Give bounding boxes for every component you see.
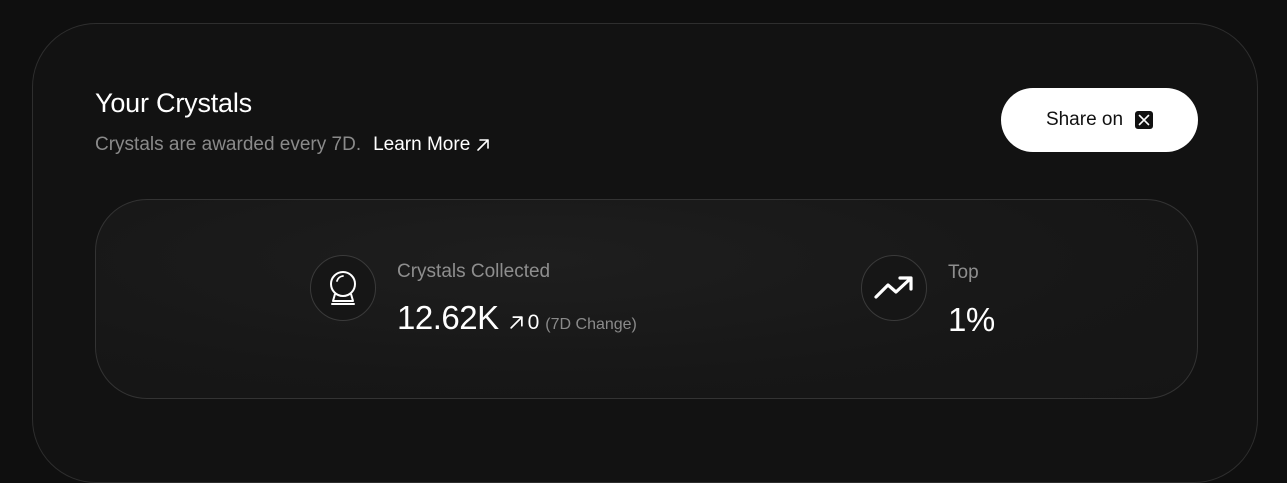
share-button-label: Share on <box>1045 109 1124 130</box>
subtitle-row: Crystals are awarded every 7D. Learn Mor… <box>95 134 490 156</box>
top-rank-label: Top <box>948 262 979 283</box>
learn-more-link[interactable]: Learn More <box>373 134 490 156</box>
x-logo-icon <box>1135 111 1154 129</box>
crystals-collected-value-row: 12.62K 0 (7D Change) <box>397 299 637 337</box>
crystals-change-note: (7D Change) <box>545 316 637 333</box>
learn-more-label: Learn More <box>373 134 471 155</box>
arrow-up-right-icon <box>477 139 490 151</box>
crystal-ball-icon <box>310 255 376 321</box>
crystals-collected-label: Crystals Collected <box>397 261 551 282</box>
share-on-x-button[interactable]: Share on <box>1001 88 1198 152</box>
trending-up-icon <box>861 255 927 321</box>
crystals-collected-value: 12.62K <box>397 299 499 336</box>
crystals-change: 0 (7D Change) <box>509 311 637 335</box>
stats-card: Crystals Collected 12.62K 0 (7D Change) … <box>95 199 1198 399</box>
subtitle-text: Crystals are awarded every 7D. <box>95 134 362 155</box>
top-rank-value: 1% <box>948 301 995 338</box>
page-title: Your Crystals <box>95 88 252 118</box>
arrow-up-right-icon <box>509 316 523 329</box>
crystals-panel: Your Crystals Crystals are awarded every… <box>32 23 1258 483</box>
crystals-change-value: 0 <box>527 311 540 334</box>
